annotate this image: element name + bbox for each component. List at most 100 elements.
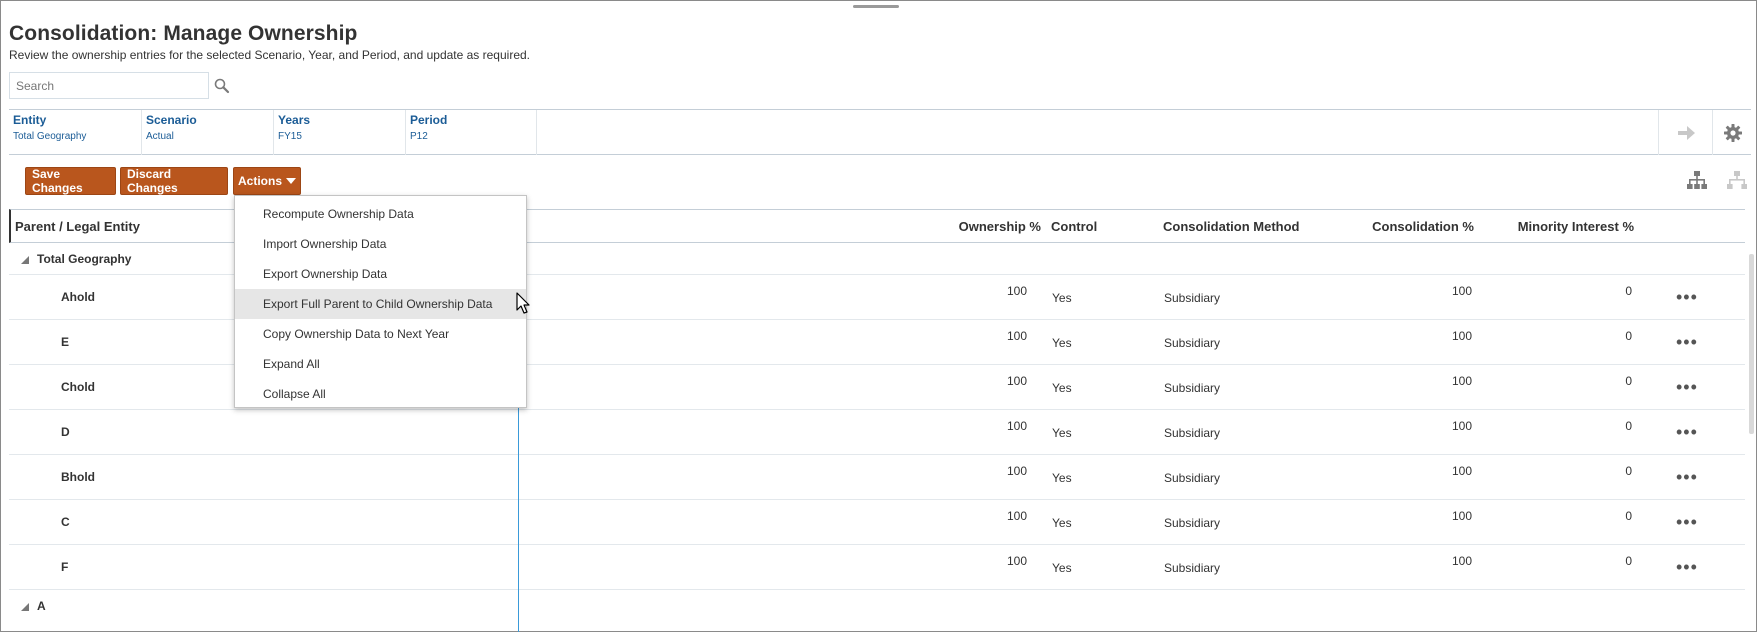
consolidation-value[interactable]: 100 <box>1309 509 1472 523</box>
ownership-value[interactable]: 100 <box>909 329 1027 343</box>
ownership-value[interactable]: 100 <box>909 374 1027 388</box>
pov-period-value: P12 <box>410 131 428 142</box>
method-value[interactable]: Subsidiary <box>1164 516 1220 530</box>
consolidation-value[interactable]: 100 <box>1309 374 1472 388</box>
vertical-scrollbar[interactable] <box>1749 254 1754 434</box>
ownership-value[interactable]: 100 <box>909 509 1027 523</box>
discard-changes-button[interactable]: Discard Changes <box>120 167 228 195</box>
search-input[interactable] <box>10 73 208 98</box>
control-value[interactable]: Yes <box>1052 291 1072 305</box>
col-header-minority[interactable]: Minority Interest % <box>1491 219 1634 234</box>
pov-entity-label: Entity <box>13 113 47 127</box>
control-value[interactable]: Yes <box>1052 381 1072 395</box>
minority-value[interactable]: 0 <box>1489 284 1632 298</box>
search-icon[interactable] <box>213 77 231 95</box>
minority-value[interactable]: 0 <box>1489 464 1632 478</box>
pov-years-value: FY15 <box>278 131 302 142</box>
actions-menu-button[interactable]: Actions <box>233 167 301 195</box>
minority-value[interactable]: 0 <box>1489 509 1632 523</box>
gear-icon[interactable] <box>1712 110 1752 155</box>
method-value[interactable]: Subsidiary <box>1164 336 1220 350</box>
group-name-a: A <box>37 599 46 613</box>
consolidation-value[interactable]: 100 <box>1309 284 1472 298</box>
control-value[interactable]: Yes <box>1052 471 1072 485</box>
column-resize-marker <box>518 385 519 632</box>
row-actions-icon[interactable]: ••• <box>1676 288 1698 306</box>
menu-item-export[interactable]: Export Ownership Data <box>235 259 526 289</box>
table-row[interactable]: Bhold 100 Yes Subsidiary 100 0 ••• <box>9 455 1745 500</box>
ownership-value[interactable]: 100 <box>909 554 1027 568</box>
pov-entity[interactable]: Entity Total Geography <box>9 110 141 155</box>
menu-item-recompute[interactable]: Recompute Ownership Data <box>235 199 526 229</box>
row-actions-icon[interactable]: ••• <box>1676 333 1698 351</box>
menu-item-export-full[interactable]: Export Full Parent to Child Ownership Da… <box>235 289 526 319</box>
method-value[interactable]: Subsidiary <box>1164 426 1220 440</box>
entity-name: E <box>61 335 70 349</box>
entity-name: D <box>61 425 70 439</box>
page-subtitle: Review the ownership entries for the sel… <box>9 48 530 62</box>
row-actions-icon[interactable]: ••• <box>1676 468 1698 486</box>
actions-dropdown-menu: Recompute Ownership Data Import Ownershi… <box>234 195 527 408</box>
col-header-entity[interactable]: Parent / Legal Entity <box>15 219 140 234</box>
col-header-method[interactable]: Consolidation Method <box>1163 219 1299 234</box>
method-value[interactable]: Subsidiary <box>1164 381 1220 395</box>
entity-name: F <box>61 560 69 574</box>
col-header-ownership[interactable]: Ownership % <box>911 219 1041 234</box>
method-value[interactable]: Subsidiary <box>1164 291 1220 305</box>
pov-scenario-label: Scenario <box>146 113 197 127</box>
table-row[interactable]: F 100 Yes Subsidiary 100 0 ••• <box>9 545 1745 590</box>
pov-scenario-value: Actual <box>146 131 174 142</box>
table-row[interactable]: C 100 Yes Subsidiary 100 0 ••• <box>9 500 1745 545</box>
drag-handle[interactable] <box>853 5 899 8</box>
actions-label: Actions <box>238 174 283 188</box>
hierarchy-icon[interactable] <box>1685 169 1709 193</box>
minority-value[interactable]: 0 <box>1489 374 1632 388</box>
minority-value[interactable]: 0 <box>1489 554 1632 568</box>
consolidation-value[interactable]: 100 <box>1309 464 1472 478</box>
hierarchy-alt-icon[interactable] <box>1725 169 1749 193</box>
menu-item-import[interactable]: Import Ownership Data <box>235 229 526 259</box>
ownership-value[interactable]: 100 <box>909 419 1027 433</box>
mouse-pointer-icon <box>516 292 532 316</box>
consolidation-value[interactable]: 100 <box>1309 554 1472 568</box>
control-value[interactable]: Yes <box>1052 561 1072 575</box>
row-actions-icon[interactable]: ••• <box>1676 378 1698 396</box>
consolidation-value[interactable]: 100 <box>1309 329 1472 343</box>
pov-bar: Entity Total Geography Scenario Actual Y… <box>9 109 1751 155</box>
method-value[interactable]: Subsidiary <box>1164 561 1220 575</box>
pov-scenario[interactable]: Scenario Actual <box>141 110 273 155</box>
arrow-right-icon[interactable] <box>1658 110 1712 155</box>
pov-period-label: Period <box>410 113 448 127</box>
expand-triangle-icon[interactable] <box>21 256 29 264</box>
col-header-control[interactable]: Control <box>1051 219 1097 234</box>
expand-triangle-icon[interactable] <box>21 603 29 611</box>
minority-value[interactable]: 0 <box>1489 329 1632 343</box>
pov-years[interactable]: Years FY15 <box>273 110 405 155</box>
control-value[interactable]: Yes <box>1052 426 1072 440</box>
entity-name: Ahold <box>61 290 95 304</box>
entity-name: Bhold <box>61 470 95 484</box>
method-value[interactable]: Subsidiary <box>1164 471 1220 485</box>
pov-entity-value: Total Geography <box>13 131 87 142</box>
control-value[interactable]: Yes <box>1052 336 1072 350</box>
col-header-consolidation[interactable]: Consolidation % <box>1311 219 1474 234</box>
menu-item-collapse-all[interactable]: Collapse All <box>235 379 526 409</box>
ownership-value[interactable]: 100 <box>909 464 1027 478</box>
row-actions-icon[interactable]: ••• <box>1676 423 1698 441</box>
consolidation-value[interactable]: 100 <box>1309 419 1472 433</box>
search-box <box>9 72 209 99</box>
ownership-value[interactable]: 100 <box>909 284 1027 298</box>
group-name: Total Geography <box>37 252 132 266</box>
control-value[interactable]: Yes <box>1052 516 1072 530</box>
menu-item-expand-all[interactable]: Expand All <box>235 349 526 379</box>
row-actions-icon[interactable]: ••• <box>1676 513 1698 531</box>
group-row-a[interactable]: A <box>9 590 1745 624</box>
menu-item-copy-next-year[interactable]: Copy Ownership Data to Next Year <box>235 319 526 349</box>
pov-years-label: Years <box>278 113 311 127</box>
page-title: Consolidation: Manage Ownership <box>9 22 358 45</box>
save-changes-button[interactable]: Save Changes <box>25 167 116 195</box>
minority-value[interactable]: 0 <box>1489 419 1632 433</box>
table-row[interactable]: D 100 Yes Subsidiary 100 0 ••• <box>9 410 1745 455</box>
pov-period[interactable]: Period P12 <box>405 110 537 155</box>
row-actions-icon[interactable]: ••• <box>1676 558 1698 576</box>
